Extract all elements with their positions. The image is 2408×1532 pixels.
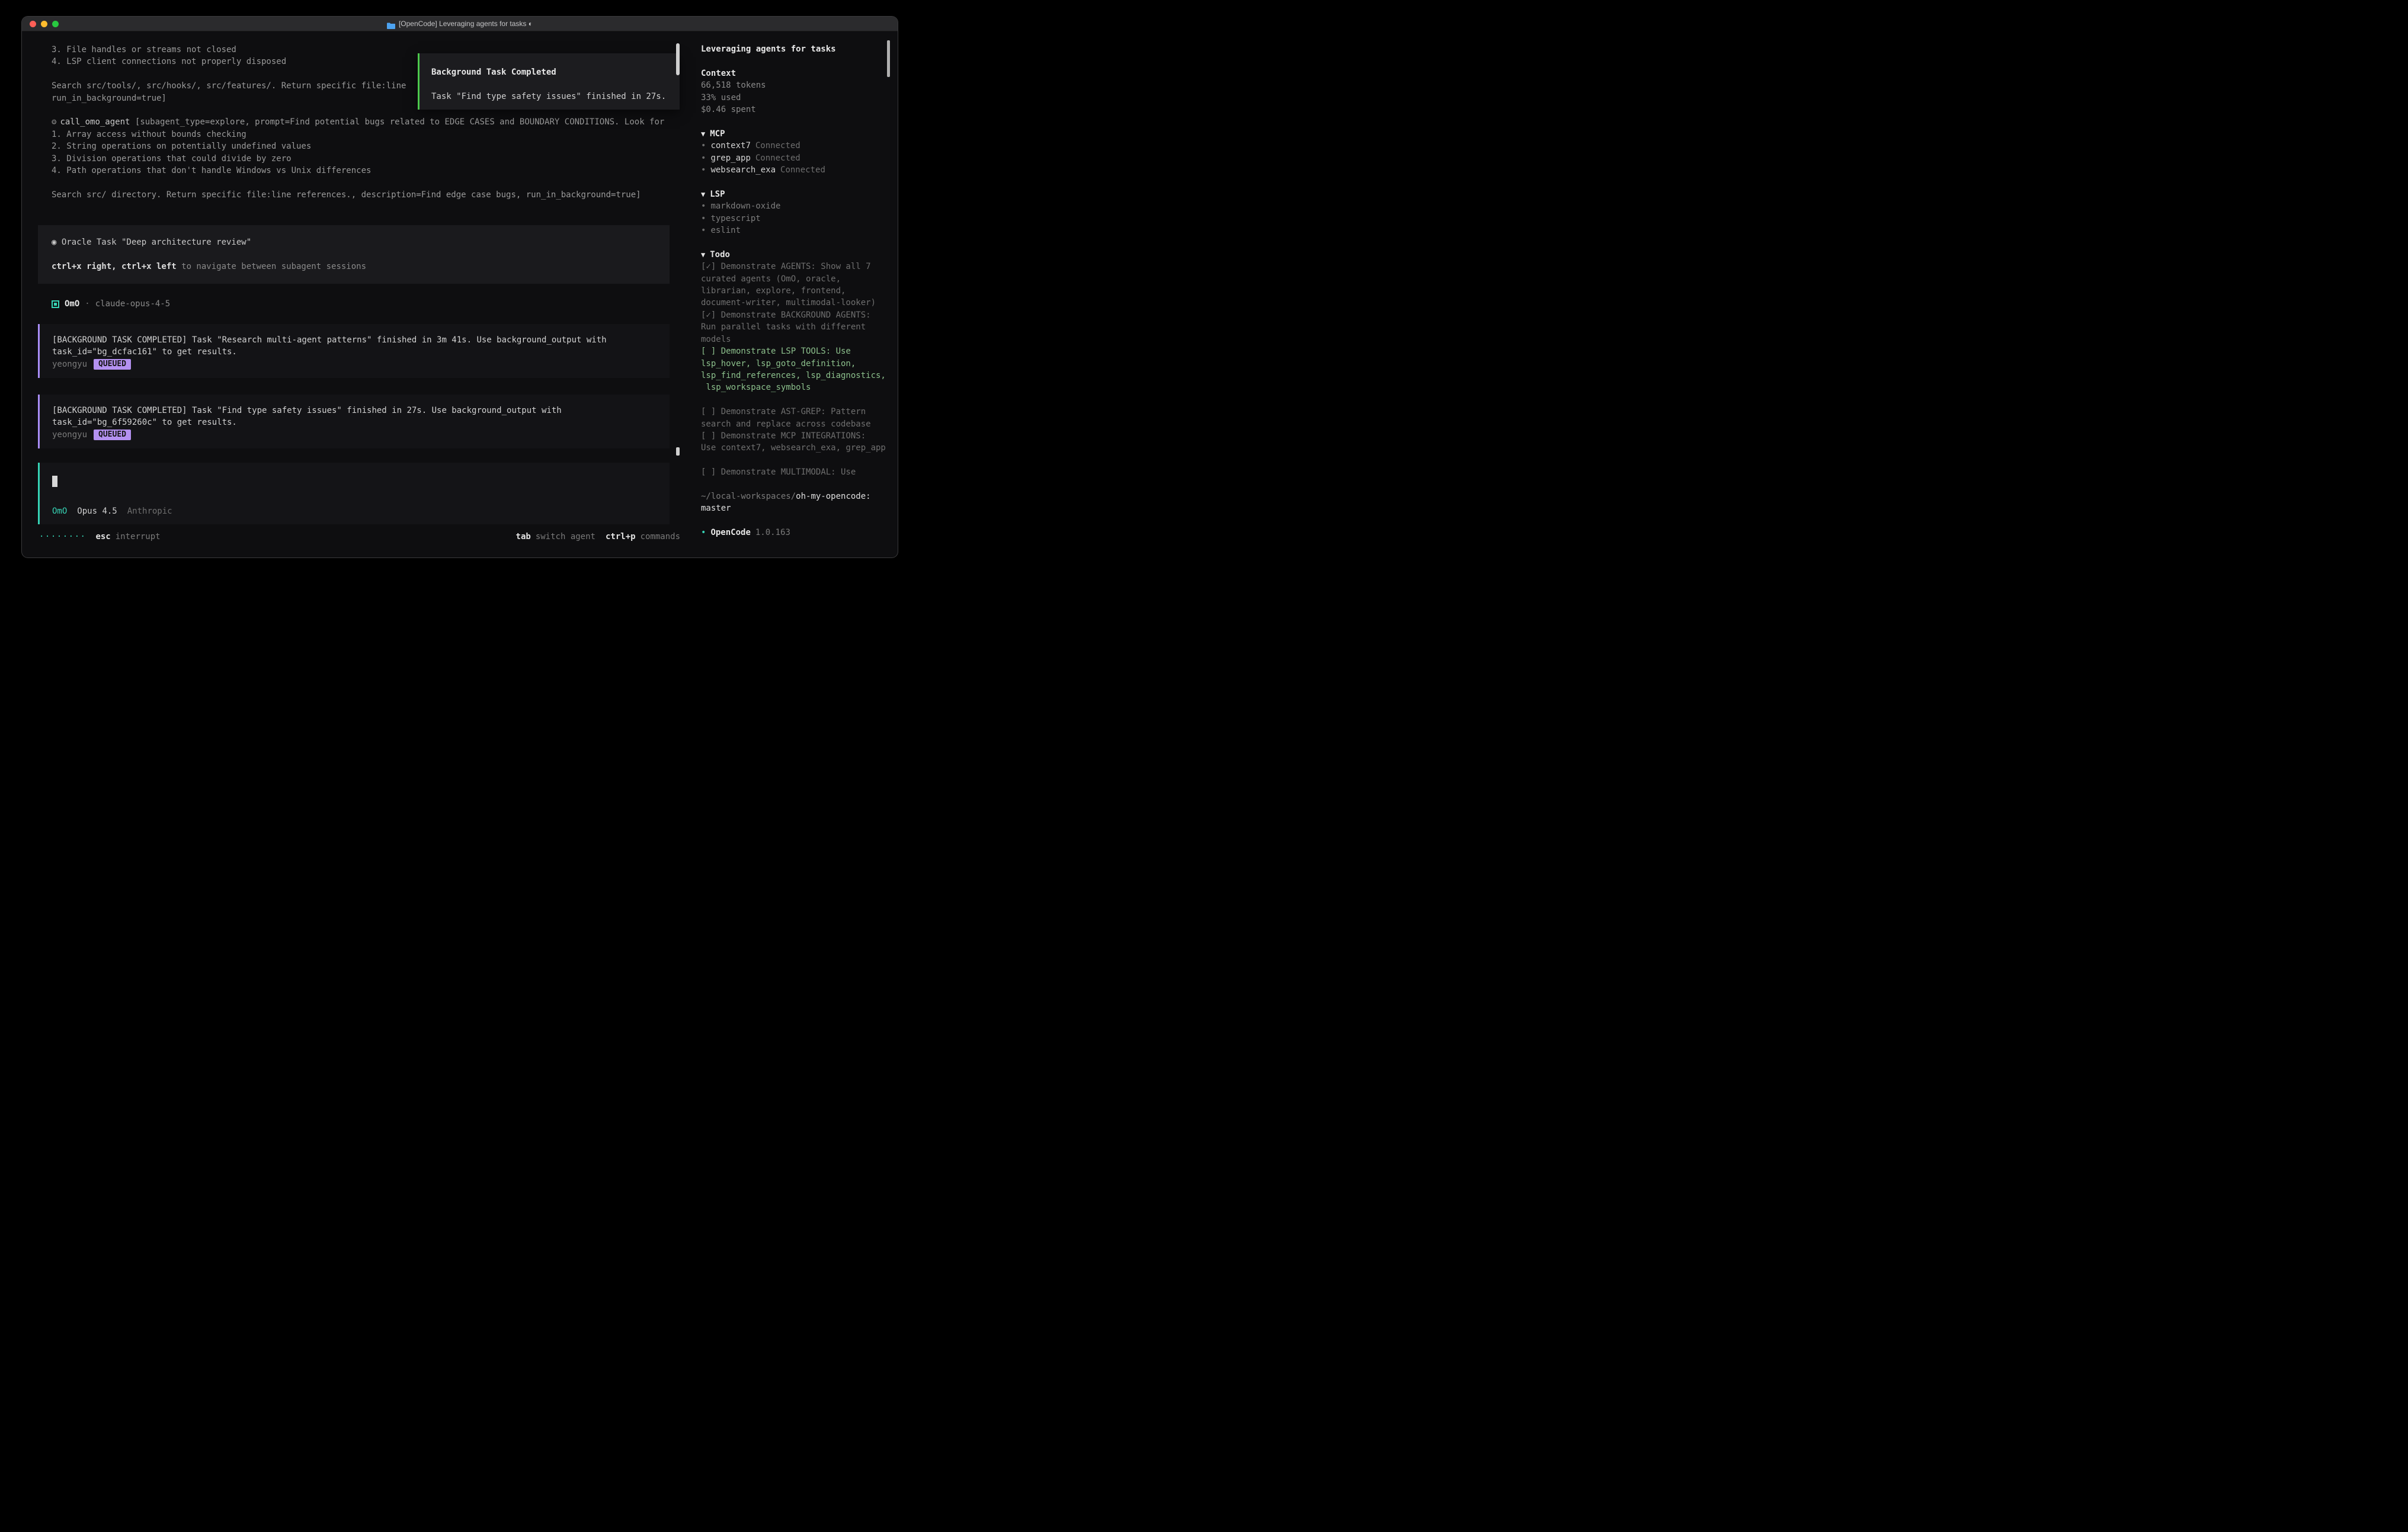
ctrlp-key-hint: ctrl+p bbox=[606, 531, 636, 543]
bullet-icon: • bbox=[701, 141, 706, 150]
chat-scrollbar-thumb-bottom[interactable] bbox=[676, 447, 680, 456]
gear-icon bbox=[52, 117, 60, 127]
message-meta: yeongyu QUEUED bbox=[52, 429, 658, 441]
message-text: [BACKGROUND TASK COMPLETED] Task "Find t… bbox=[52, 405, 658, 416]
tab-key-label: switch agent bbox=[536, 531, 595, 543]
session-title: Leveraging agents for tasks bbox=[701, 43, 889, 55]
agent-name: OmO bbox=[65, 298, 79, 310]
workspace-path: ~/local-workspaces/oh-my-opencode: bbox=[701, 491, 889, 502]
agent-separator: · bbox=[85, 298, 89, 310]
collapse-triangle-icon bbox=[701, 250, 710, 259]
message-text: task_id="bg_6f59260c" to get results. bbox=[52, 416, 658, 428]
mcp-item: •websearch_exaConnected bbox=[701, 164, 889, 176]
oracle-task-panel[interactable]: ◉ Oracle Task "Deep architecture review"… bbox=[38, 225, 670, 284]
prompt-input[interactable]: OmO Opus 4.5 Anthropic bbox=[38, 463, 670, 524]
collapse-triangle-icon bbox=[701, 129, 710, 139]
oracle-navigation-hint: ctrl+x right, ctrl+x left to navigate be… bbox=[52, 261, 656, 273]
toast-body: Task "Find type safety issues" finished … bbox=[431, 91, 680, 102]
workspace-branch: master bbox=[701, 502, 889, 514]
mcp-item: •context7Connected bbox=[701, 140, 889, 152]
lsp-item: •markdown-oxide bbox=[701, 200, 889, 212]
bullet-icon: • bbox=[701, 528, 706, 537]
sidebar-scrollbar-thumb[interactable] bbox=[887, 40, 890, 77]
terminal-window: [OpenCode] Leveraging agents for tasks ◐… bbox=[22, 17, 898, 557]
folder-icon bbox=[387, 21, 395, 27]
tool-args: [subagent_type=explore, prompt=Find pote… bbox=[135, 117, 664, 127]
tool-call-footer: Search src/ directory. Return specific f… bbox=[52, 189, 670, 201]
lsp-section-heading[interactable]: LSP bbox=[701, 188, 889, 200]
context-tokens: 66,518 tokens bbox=[701, 79, 889, 91]
message-text: [BACKGROUND TASK COMPLETED] Task "Resear… bbox=[52, 334, 658, 346]
tool-call-item: 2. String operations on potentially unde… bbox=[52, 140, 670, 152]
mcp-item: •grep_appConnected bbox=[701, 152, 889, 164]
collapse-triangle-icon bbox=[701, 190, 710, 199]
context-spent: $0.46 spent bbox=[701, 104, 889, 116]
status-bar: ········ esc interrupt tab switch agent … bbox=[39, 531, 680, 543]
todo-section-heading[interactable]: Todo bbox=[701, 249, 889, 261]
bullet-icon: • bbox=[701, 153, 706, 163]
todo-item: [ ] Demonstrate AST-GREP: Pattern search… bbox=[701, 406, 889, 430]
tool-call-item: 1. Array access without bounds checking bbox=[52, 129, 670, 140]
chat-scrollbar-thumb[interactable] bbox=[676, 43, 680, 75]
input-agent-name: OmO bbox=[52, 505, 67, 517]
todo-item: [ ] Demonstrate MCP INTEGRATIONS: Use co… bbox=[701, 430, 889, 454]
window-title-text: [OpenCode] Leveraging agents for tasks ◐ bbox=[399, 18, 533, 30]
todo-item-active: [ ] Demonstrate LSP TOOLS: Use lsp_hover… bbox=[701, 345, 889, 394]
bullet-icon: • bbox=[701, 214, 706, 223]
input-model-name: Opus 4.5 bbox=[77, 505, 117, 517]
close-button[interactable] bbox=[30, 21, 36, 27]
esc-key-label: interrupt bbox=[116, 531, 161, 543]
oracle-task-title: ◉ Oracle Task "Deep architecture review" bbox=[52, 236, 656, 248]
session-sidebar: Leveraging agents for tasks Context 66,5… bbox=[691, 31, 898, 557]
lsp-item: •typescript bbox=[701, 213, 889, 225]
tool-call-item: 4. Path operations that don't handle Win… bbox=[52, 165, 670, 177]
tool-call-line: call_omo_agent [subagent_type=explore, p… bbox=[52, 116, 670, 128]
todo-item: [ ] Demonstrate MULTIMODAL: Use bbox=[701, 466, 889, 478]
agent-square-icon bbox=[52, 300, 59, 308]
traffic-lights bbox=[30, 21, 59, 27]
main-panel: 3. File handles or streams not closed 4.… bbox=[22, 31, 691, 557]
message-author: yeongyu bbox=[52, 358, 87, 370]
input-meta-row: OmO Opus 4.5 Anthropic bbox=[52, 505, 658, 517]
agent-model: claude-opus-4-5 bbox=[95, 298, 170, 310]
bullet-icon: • bbox=[701, 201, 706, 211]
context-used: 33% used bbox=[701, 92, 889, 104]
window-content: 3. File handles or streams not closed 4.… bbox=[22, 31, 898, 557]
message-meta: yeongyu QUEUED bbox=[52, 358, 658, 370]
message-block[interactable]: [BACKGROUND TASK COMPLETED] Task "Find t… bbox=[38, 395, 670, 448]
status-badge: QUEUED bbox=[94, 430, 131, 440]
message-text: task_id="bg_dcfac161" to get results. bbox=[52, 346, 658, 358]
lsp-item: •eslint bbox=[701, 225, 889, 236]
message-block[interactable]: [BACKGROUND TASK COMPLETED] Task "Resear… bbox=[38, 324, 670, 378]
toast-title: Background Task Completed bbox=[431, 66, 680, 78]
todo-item: [✓] Demonstrate BACKGROUND AGENTS: Run p… bbox=[701, 309, 889, 345]
text-cursor bbox=[52, 476, 57, 487]
context-heading: Context bbox=[701, 68, 889, 79]
ctrlp-key-label: commands bbox=[641, 531, 680, 543]
spinner-dots-icon: ········ bbox=[39, 531, 86, 543]
bullet-icon: • bbox=[701, 165, 706, 175]
hint-text: to navigate between subagent sessions bbox=[177, 262, 366, 271]
tool-name: call_omo_agent bbox=[60, 117, 130, 127]
hint-keys: ctrl+x right, ctrl+x left bbox=[52, 262, 177, 271]
background-task-toast[interactable]: Background Task Completed Task "Find typ… bbox=[418, 53, 680, 110]
esc-key-hint: esc bbox=[95, 531, 110, 543]
window-title: [OpenCode] Leveraging agents for tasks ◐ bbox=[387, 18, 533, 30]
zoom-button[interactable] bbox=[52, 21, 59, 27]
agent-header: OmO · claude-opus-4-5 bbox=[52, 298, 670, 310]
mcp-section-heading[interactable]: MCP bbox=[701, 128, 889, 140]
message-author: yeongyu bbox=[52, 429, 87, 441]
app-version-footer: •OpenCode1.0.163 bbox=[701, 527, 889, 539]
tool-call-item: 3. Division operations that could divide… bbox=[52, 153, 670, 165]
todo-item: [✓] Demonstrate AGENTS: Show all 7 curat… bbox=[701, 261, 889, 309]
input-provider-name: Anthropic bbox=[127, 505, 172, 517]
tab-key-hint: tab bbox=[516, 531, 531, 543]
window-titlebar[interactable]: [OpenCode] Leveraging agents for tasks ◐ bbox=[22, 17, 898, 31]
status-badge: QUEUED bbox=[94, 359, 131, 370]
bullet-icon: • bbox=[701, 226, 706, 235]
minimize-button[interactable] bbox=[41, 21, 47, 27]
